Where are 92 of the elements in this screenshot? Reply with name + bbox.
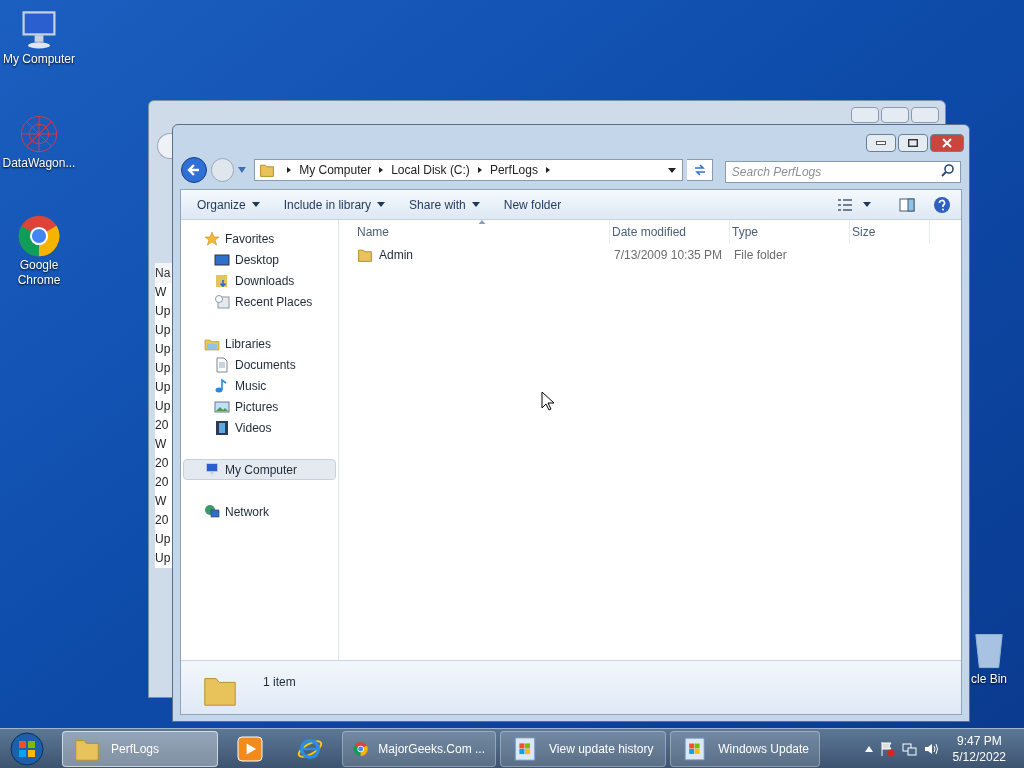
file-name[interactable]: Admin [379, 246, 413, 264]
search-field[interactable]: Search PerfLogs [724, 161, 961, 183]
clock[interactable]: 9:47 PM 5/12/2022 [952, 732, 1006, 765]
refresh-icon [692, 163, 707, 177]
table-cell-text: Up [155, 531, 172, 548]
table-cell-text: Up [155, 379, 172, 396]
toolbar-button[interactable]: Include in library [273, 192, 396, 217]
table-cell-text: Up [155, 303, 172, 320]
dropdown-arrow-icon [668, 167, 677, 173]
network-icon [900, 740, 917, 757]
document-icon [214, 356, 230, 373]
nav-item[interactable]: Recent Places [183, 291, 336, 312]
nav-item[interactable]: Desktop [183, 249, 336, 270]
chevron-right-icon [543, 166, 552, 174]
table-cell-text: 7/13/2009 10:35 PM [613, 247, 724, 264]
toolbar-button[interactable]: Organize [187, 192, 270, 217]
table-cell-text: Up [155, 360, 172, 377]
nav-item[interactable]: Libraries [183, 333, 336, 354]
chevron-right-icon [475, 166, 484, 174]
folder-icon [357, 247, 373, 263]
refresh-button[interactable] [687, 159, 713, 181]
table-cell-text: W [155, 284, 168, 301]
star-icon [204, 230, 220, 247]
table-cell-text: Up [155, 322, 172, 339]
table-cell-text: W [155, 493, 168, 510]
back-button[interactable] [181, 157, 207, 183]
toolbar-button[interactable]: Share with [399, 192, 490, 217]
table-cell-text: Up [155, 550, 172, 567]
dropdown-arrow-icon [251, 202, 260, 207]
nav-item[interactable]: Documents [183, 354, 336, 375]
nav-item[interactable]: Pictures [183, 396, 336, 417]
folder-icon [259, 162, 276, 178]
taskbar-button[interactable]: Windows Update [670, 730, 820, 767]
table-cell-text: Up [155, 341, 172, 358]
globe-monitor-icon [204, 503, 220, 520]
dropdown-arrow-icon [238, 167, 247, 173]
breadcrumb-item[interactable]: PerfLogs [489, 161, 538, 179]
taskbar-button[interactable]: View update history [500, 730, 666, 767]
nav-item[interactable]: Music [183, 375, 336, 396]
breadcrumb-item[interactable]: Local Disk (C:) [391, 161, 470, 179]
mouse-cursor-icon [541, 391, 555, 411]
nav-item[interactable]: Network [183, 501, 336, 522]
help-icon [933, 195, 951, 214]
table-cell-text: 20 [155, 455, 170, 472]
table-cell-text: Up [155, 398, 172, 415]
dropdown-arrow-icon [377, 202, 386, 207]
film-strip-icon [214, 419, 230, 436]
toolbar-button[interactable]: New folder [493, 192, 572, 217]
search-icon [941, 163, 955, 177]
pane-icon [899, 197, 915, 212]
monitor-icon [214, 251, 230, 268]
column-header[interactable]: Na [155, 263, 173, 283]
desktop-icon-label[interactable]: Google Chrome [0, 258, 78, 288]
table-cell-text: W [155, 436, 168, 453]
desktop-icon-label[interactable]: DataWagon... [2, 156, 76, 171]
minimize-button[interactable] [866, 134, 896, 152]
nav-item[interactable]: Downloads [183, 270, 336, 291]
windows-orb-icon [10, 731, 44, 766]
table-cell-text: File folder [733, 247, 788, 264]
nav-item[interactable]: My Computer [183, 459, 336, 480]
desktop-icon-label[interactable]: My Computer [3, 52, 75, 67]
restore-button[interactable] [898, 134, 928, 152]
dropdown-arrow-icon [863, 202, 871, 207]
close-button[interactable] [930, 134, 964, 152]
item-count: 1 item [263, 674, 296, 691]
breadcrumb-item[interactable]: My Computer [299, 161, 372, 179]
column-header[interactable]: Date modified [610, 220, 730, 244]
sort-arrow-icon [478, 220, 486, 224]
table-cell-text: 20 [155, 417, 170, 434]
flag-warning-icon [878, 740, 895, 757]
recent-places-icon [214, 293, 230, 310]
close-button[interactable] [911, 107, 939, 123]
up-arrow-icon [864, 745, 873, 752]
column-header[interactable]: Type [730, 220, 850, 244]
desktop-icon-label[interactable]: cle Bin [971, 672, 1007, 687]
close-icon [942, 138, 952, 148]
address-bar[interactable]: My Computer Local Disk (C:) PerfLogs [254, 159, 684, 181]
chrome-icon [17, 214, 61, 258]
dropdown-arrow-icon [471, 202, 480, 207]
column-header[interactable]: Name [355, 220, 610, 244]
table-cell-text: 20 [155, 474, 170, 491]
back-arrow-icon [185, 162, 202, 178]
minimize-icon [876, 141, 886, 145]
table-cell-text: 20 [155, 512, 170, 529]
play-icon [236, 734, 264, 763]
taskbar-button[interactable]: MajorGeeks.Com ... [342, 730, 496, 767]
column-header[interactable]: Size [850, 220, 930, 244]
picture-icon [214, 398, 230, 415]
nav-item[interactable]: Videos [183, 417, 336, 438]
restore-icon [908, 139, 918, 147]
list-view-icon [837, 197, 853, 212]
nav-item[interactable]: Favorites [183, 228, 336, 249]
